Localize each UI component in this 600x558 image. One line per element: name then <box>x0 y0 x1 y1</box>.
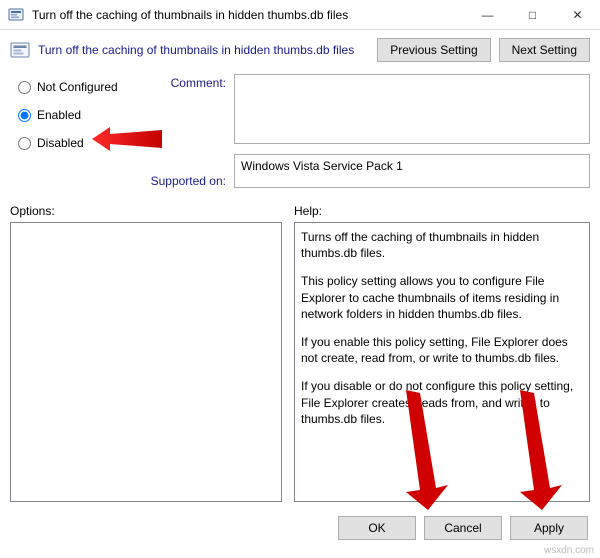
titlebar: Turn off the caching of thumbnails in hi… <box>0 0 600 30</box>
help-label: Help: <box>294 204 590 218</box>
comment-textarea[interactable] <box>234 74 590 144</box>
cancel-button[interactable]: Cancel <box>424 516 502 540</box>
previous-setting-button[interactable]: Previous Setting <box>377 38 490 62</box>
options-column: Options: <box>10 204 282 502</box>
header-subtitle: Turn off the caching of thumbnails in hi… <box>38 43 369 57</box>
minimize-button[interactable]: — <box>465 0 510 29</box>
options-label: Options: <box>10 204 282 218</box>
help-panel[interactable]: Turns off the caching of thumbnails in h… <box>294 222 590 502</box>
supported-on-box: Windows Vista Service Pack 1 <box>234 154 590 188</box>
help-paragraph: This policy setting allows you to config… <box>301 273 583 322</box>
window-title: Turn off the caching of thumbnails in hi… <box>32 8 465 22</box>
next-setting-button[interactable]: Next Setting <box>499 38 590 62</box>
options-panel[interactable] <box>10 222 282 502</box>
radio-not-configured-input[interactable] <box>18 81 31 94</box>
radio-enabled-label: Enabled <box>37 108 81 122</box>
help-paragraph: Turns off the caching of thumbnails in h… <box>301 229 583 261</box>
close-button[interactable]: ✕ <box>555 0 600 29</box>
help-paragraph: If you disable or do not configure this … <box>301 378 583 427</box>
radio-disabled[interactable]: Disabled <box>18 136 138 150</box>
ok-button[interactable]: OK <box>338 516 416 540</box>
radio-group: Not Configured Enabled Disabled <box>18 74 138 188</box>
app-icon <box>8 7 24 23</box>
watermark: wsxdn.com <box>544 545 594 556</box>
maximize-button[interactable]: □ <box>510 0 555 29</box>
header-row: Turn off the caching of thumbnails in hi… <box>0 30 600 70</box>
window-controls: — □ ✕ <box>465 0 600 29</box>
help-column: Help: Turns off the caching of thumbnail… <box>294 204 590 502</box>
footer-buttons: OK Cancel Apply <box>338 516 588 540</box>
label-column: Comment: Supported on: <box>146 74 226 188</box>
radio-disabled-input[interactable] <box>18 137 31 150</box>
columns: Options: Help: Turns off the caching of … <box>0 196 600 502</box>
comment-label: Comment: <box>171 76 226 90</box>
field-column: Windows Vista Service Pack 1 <box>234 74 590 188</box>
radio-enabled-input[interactable] <box>18 109 31 122</box>
policy-icon <box>10 40 30 60</box>
settings-section: Not Configured Enabled Disabled Comment:… <box>0 70 600 196</box>
radio-enabled[interactable]: Enabled <box>18 108 138 122</box>
radio-not-configured[interactable]: Not Configured <box>18 80 138 94</box>
apply-button[interactable]: Apply <box>510 516 588 540</box>
supported-label: Supported on: <box>151 174 226 188</box>
help-paragraph: If you enable this policy setting, File … <box>301 334 583 366</box>
radio-disabled-label: Disabled <box>37 136 84 150</box>
radio-not-configured-label: Not Configured <box>37 80 118 94</box>
